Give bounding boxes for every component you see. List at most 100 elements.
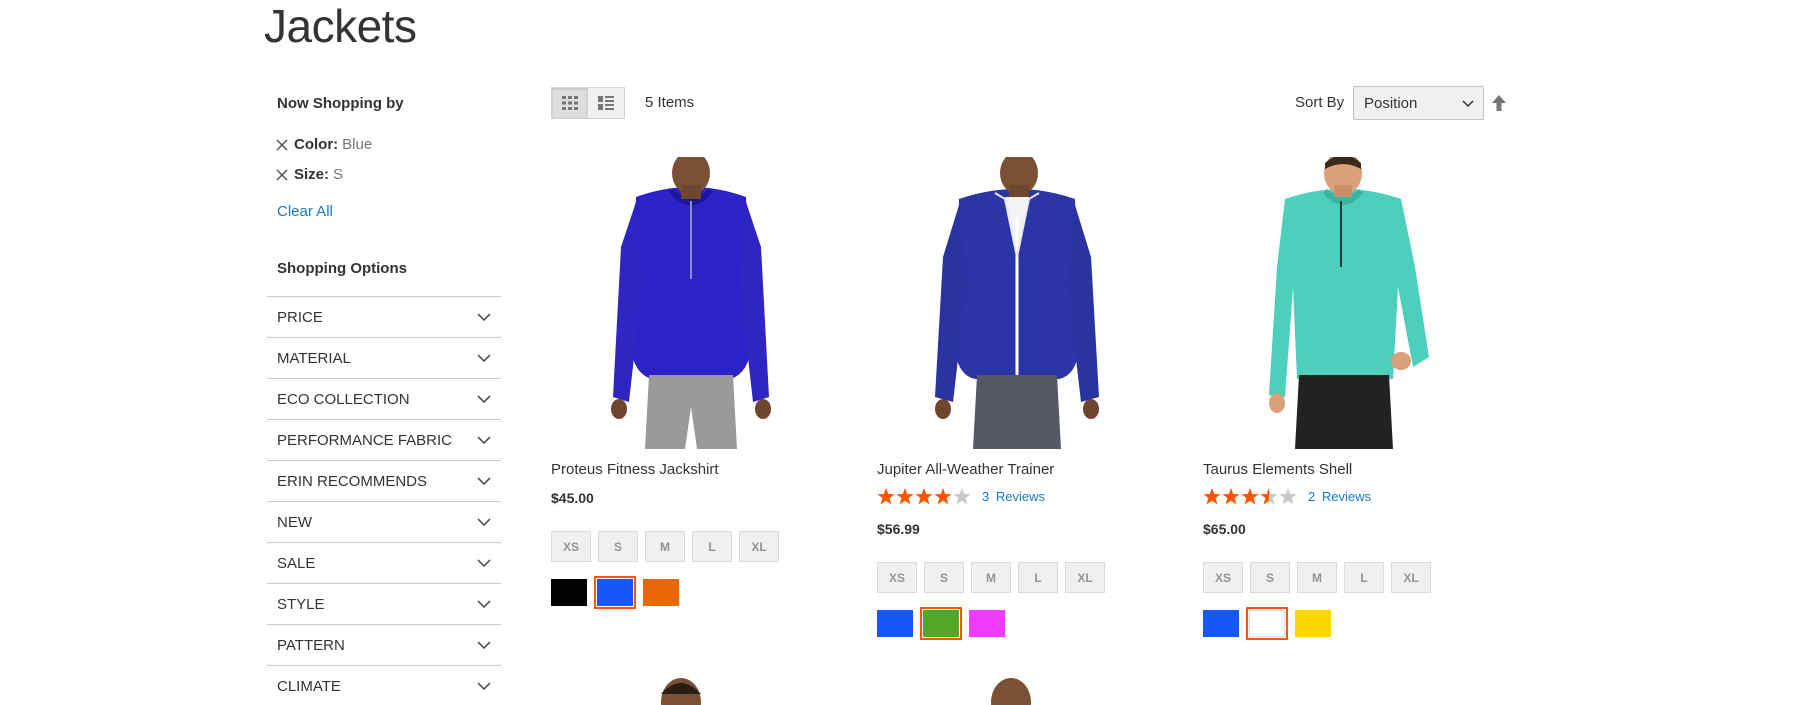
size-option-l[interactable]: L bbox=[1344, 562, 1384, 593]
sort-by-select[interactable]: Position bbox=[1353, 86, 1484, 120]
filter-option-label: SALE bbox=[277, 554, 316, 572]
product-image[interactable] bbox=[907, 672, 1127, 705]
chevron-down-icon bbox=[477, 558, 491, 567]
remove-filter-icon[interactable] bbox=[275, 138, 289, 152]
chevron-down-icon bbox=[477, 435, 491, 444]
product-rating: 3 Reviews bbox=[877, 488, 1045, 505]
color-swatches bbox=[551, 576, 689, 609]
size-option-xs[interactable]: XS bbox=[877, 562, 917, 593]
chevron-down-icon bbox=[477, 517, 491, 526]
size-option-xl[interactable]: XL bbox=[1065, 562, 1105, 593]
filter-option-label: NEW bbox=[277, 513, 312, 531]
size-option-s[interactable]: S bbox=[598, 531, 638, 562]
sort-by-label: Sort By bbox=[1295, 94, 1345, 111]
color-swatch-blue[interactable] bbox=[594, 576, 636, 609]
clear-all-link[interactable]: Clear All bbox=[277, 203, 333, 220]
color-swatch-green[interactable] bbox=[920, 607, 962, 640]
grid-view-button[interactable] bbox=[551, 87, 588, 119]
product-image[interactable] bbox=[581, 672, 801, 705]
filter-option-label: PERFORMANCE FABRIC bbox=[277, 431, 453, 449]
chevron-down-icon bbox=[1462, 100, 1474, 108]
filter-option-price[interactable]: PRICE bbox=[267, 297, 501, 338]
product-image[interactable] bbox=[907, 157, 1127, 449]
color-swatch-black[interactable] bbox=[551, 579, 587, 606]
size-option-l[interactable]: L bbox=[1018, 562, 1058, 593]
shopping-options-title: Shopping Options bbox=[277, 260, 407, 277]
size-option-s[interactable]: S bbox=[924, 562, 964, 593]
filter-label: Color: bbox=[294, 136, 339, 153]
star-full-icon bbox=[915, 488, 933, 505]
reviews-count: 2 bbox=[1308, 489, 1316, 504]
chevron-down-icon bbox=[477, 681, 491, 690]
filter-option-performance-fabric[interactable]: PERFORMANCE FABRIC bbox=[267, 420, 501, 461]
size-option-xl[interactable]: XL bbox=[739, 531, 779, 562]
color-swatch-purple[interactable] bbox=[969, 610, 1005, 637]
size-options: XS S M L XL bbox=[551, 531, 786, 562]
color-swatch-blue[interactable] bbox=[1203, 610, 1239, 637]
reviews-label: Reviews bbox=[1321, 489, 1371, 504]
product-price: $56.99 bbox=[877, 521, 920, 537]
filter-label: Size: bbox=[294, 166, 330, 183]
filter-value: S bbox=[333, 166, 344, 183]
active-filter-size: Size: S bbox=[275, 166, 343, 183]
chevron-down-icon bbox=[477, 599, 491, 608]
filter-value: Blue bbox=[342, 136, 373, 153]
size-options: XS S M L XL bbox=[877, 562, 1112, 593]
product-price: $45.00 bbox=[551, 490, 594, 506]
filter-option-eco-collection[interactable]: ECO COLLECTION bbox=[267, 379, 501, 420]
size-option-l[interactable]: L bbox=[692, 531, 732, 562]
size-option-m[interactable]: M bbox=[645, 531, 685, 562]
color-swatch-blue[interactable] bbox=[877, 610, 913, 637]
items-count: 5 Items bbox=[645, 94, 695, 111]
star-full-icon bbox=[1222, 488, 1240, 505]
filter-option-erin-recommends[interactable]: ERIN RECOMMENDS bbox=[267, 461, 501, 502]
filter-option-label: PRICE bbox=[277, 308, 323, 326]
chevron-down-icon bbox=[477, 312, 491, 321]
filter-option-label: STYLE bbox=[277, 595, 325, 613]
grid-icon bbox=[561, 96, 578, 110]
filter-option-sale[interactable]: SALE bbox=[267, 543, 501, 584]
sort-direction-arrow-up-icon[interactable] bbox=[1491, 94, 1507, 112]
reviews-label: Reviews bbox=[995, 489, 1045, 504]
active-filter-color: Color: Blue bbox=[275, 136, 372, 153]
filter-option-style[interactable]: STYLE bbox=[267, 584, 501, 625]
product-name[interactable]: Jupiter All-Weather Trainer bbox=[877, 461, 1054, 478]
product-item: Proteus Fitness Jackshirt $45.00 XS S M … bbox=[551, 157, 851, 617]
product-image[interactable] bbox=[1233, 157, 1453, 449]
view-mode-switcher bbox=[551, 87, 625, 119]
list-view-button[interactable] bbox=[588, 87, 625, 119]
product-name[interactable]: Taurus Elements Shell bbox=[1203, 461, 1352, 478]
size-options: XS S M L XL bbox=[1203, 562, 1438, 593]
color-swatches bbox=[1203, 607, 1341, 640]
filter-option-pattern[interactable]: PATTERN bbox=[267, 625, 501, 666]
filter-option-label: PATTERN bbox=[277, 636, 345, 654]
star-half-icon bbox=[1260, 488, 1278, 505]
filter-options-list: PRICE MATERIAL ECO COLLECTION PERFORMANC… bbox=[267, 296, 501, 705]
chevron-down-icon bbox=[477, 476, 491, 485]
color-swatches bbox=[877, 607, 1015, 640]
filter-option-material[interactable]: MATERIAL bbox=[267, 338, 501, 379]
remove-filter-icon[interactable] bbox=[275, 168, 289, 182]
color-swatch-white[interactable] bbox=[1246, 607, 1288, 640]
reviews-link[interactable]: 3 Reviews bbox=[982, 489, 1045, 504]
star-empty-icon bbox=[953, 488, 971, 505]
reviews-link[interactable]: 2 Reviews bbox=[1308, 489, 1371, 504]
color-swatch-orange[interactable] bbox=[643, 579, 679, 606]
rating-stars bbox=[877, 488, 972, 505]
size-option-xs[interactable]: XS bbox=[551, 531, 591, 562]
star-full-icon bbox=[1203, 488, 1221, 505]
chevron-down-icon bbox=[477, 394, 491, 403]
product-image[interactable] bbox=[581, 157, 801, 449]
size-option-m[interactable]: M bbox=[1297, 562, 1337, 593]
filter-option-climate[interactable]: CLIMATE bbox=[267, 666, 501, 705]
size-option-m[interactable]: M bbox=[971, 562, 1011, 593]
product-name[interactable]: Proteus Fitness Jackshirt bbox=[551, 461, 719, 478]
list-icon bbox=[598, 96, 614, 110]
size-option-xs[interactable]: XS bbox=[1203, 562, 1243, 593]
color-swatch-yellow[interactable] bbox=[1295, 610, 1331, 637]
filter-option-new[interactable]: NEW bbox=[267, 502, 501, 543]
product-item: Taurus Elements Shell 2 Reviews $65.00 X… bbox=[1203, 157, 1503, 640]
filter-option-label: ECO COLLECTION bbox=[277, 390, 410, 408]
size-option-xl[interactable]: XL bbox=[1391, 562, 1431, 593]
size-option-s[interactable]: S bbox=[1250, 562, 1290, 593]
